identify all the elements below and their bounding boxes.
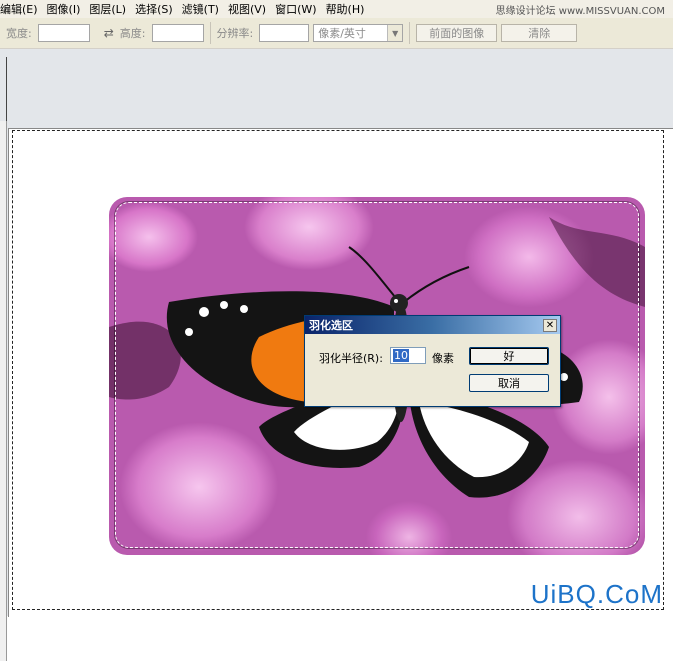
- height-input[interactable]: [151, 24, 204, 42]
- clear-button[interactable]: 清除: [501, 24, 578, 42]
- unit-select[interactable]: 像素/英寸 ▼: [313, 24, 404, 42]
- menu-layer[interactable]: 图层(L): [89, 1, 135, 17]
- options-bar: 宽度: ⇄ 高度: 分辨率: 像素/英寸 ▼ 前面的图像 清除: [0, 18, 673, 49]
- width-label: 宽度:: [6, 27, 32, 40]
- separator: [409, 22, 411, 44]
- front-image-button[interactable]: 前面的图像: [416, 24, 498, 42]
- menu-select[interactable]: 选择(S): [135, 1, 182, 17]
- watermark-bottom: UiBQ.CoM: [530, 579, 663, 609]
- close-icon[interactable]: ✕: [543, 318, 557, 332]
- unit-label: 像素: [432, 352, 454, 365]
- ok-button[interactable]: 好: [469, 347, 549, 365]
- resolution-input[interactable]: [259, 24, 310, 42]
- dialog-titlebar[interactable]: 羽化选区 ✕: [305, 316, 560, 334]
- resolution-label: 分辨率:: [216, 27, 254, 40]
- menu-edit[interactable]: 编辑(E): [0, 1, 47, 17]
- menu-window[interactable]: 窗口(W): [275, 1, 325, 17]
- swap-icon[interactable]: ⇄: [104, 26, 114, 40]
- cancel-button[interactable]: 取消: [469, 374, 549, 392]
- unit-select-value: 像素/英寸: [318, 27, 366, 40]
- watermark-top: 思缘设计论坛 www.MISSVUAN.COM: [495, 6, 665, 17]
- feather-selection-dialog: 羽化选区 ✕ 羽化半径(R): 10 像素 好 取消: [304, 315, 561, 407]
- feather-radius-label: 羽化半径(R):: [319, 352, 383, 365]
- width-input[interactable]: [37, 24, 90, 42]
- menu-image[interactable]: 图像(I): [47, 1, 90, 17]
- left-panel: [0, 121, 7, 661]
- feather-radius-value: 10: [393, 349, 409, 362]
- chevron-down-icon: ▼: [387, 25, 403, 41]
- menu-help[interactable]: 帮助(H): [326, 1, 374, 17]
- feather-radius-input[interactable]: 10: [390, 347, 426, 364]
- dialog-title: 羽化选区: [309, 319, 353, 332]
- height-label: 高度:: [119, 27, 146, 40]
- separator: [209, 22, 211, 44]
- menu-view[interactable]: 视图(V): [228, 1, 275, 17]
- menu-filter[interactable]: 滤镜(T): [182, 1, 228, 17]
